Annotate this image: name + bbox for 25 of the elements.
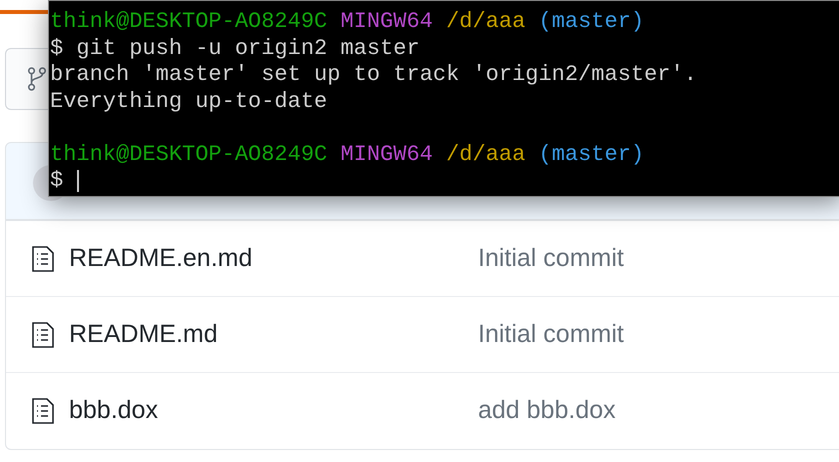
prompt-path: /d/aaa <box>446 9 526 34</box>
prompt-user: think@DESKTOP-AO8249C <box>50 9 328 34</box>
branch-icon <box>27 67 47 91</box>
terminal-line: $ git push -u origin2 master <box>50 36 420 60</box>
branch-button[interactable] <box>5 48 48 110</box>
terminal-line: Everything up-to-date <box>50 88 328 114</box>
commit-message-link[interactable]: Initial commit <box>478 240 624 278</box>
file-name-link[interactable]: bbb.dox <box>69 392 478 430</box>
file-icon <box>31 322 55 348</box>
file-name-link[interactable]: README.md <box>69 316 478 354</box>
terminal-line: branch 'master' set up to track 'origin2/master'. <box>50 62 697 87</box>
prompt-branch: (master) <box>538 142 644 166</box>
command-prompt: $ <box>50 168 64 194</box>
prompt-user: think@DESKTOP-AO8249C <box>50 142 328 166</box>
commit-message-link[interactable]: Initial commit <box>478 316 624 354</box>
text-cursor <box>77 170 80 192</box>
prompt-branch: (master) <box>538 9 644 34</box>
prompt-path: /d/aaa <box>446 142 526 166</box>
file-name-link[interactable]: README.en.md <box>69 240 478 278</box>
prompt-system: MINGW64 <box>340 9 433 34</box>
commit-message-link[interactable]: add bbb.dox <box>478 392 616 430</box>
prompt-system: MINGW64 <box>340 142 433 166</box>
file-icon <box>31 398 55 424</box>
active-tab-underline <box>0 10 48 14</box>
file-icon <box>31 246 55 272</box>
